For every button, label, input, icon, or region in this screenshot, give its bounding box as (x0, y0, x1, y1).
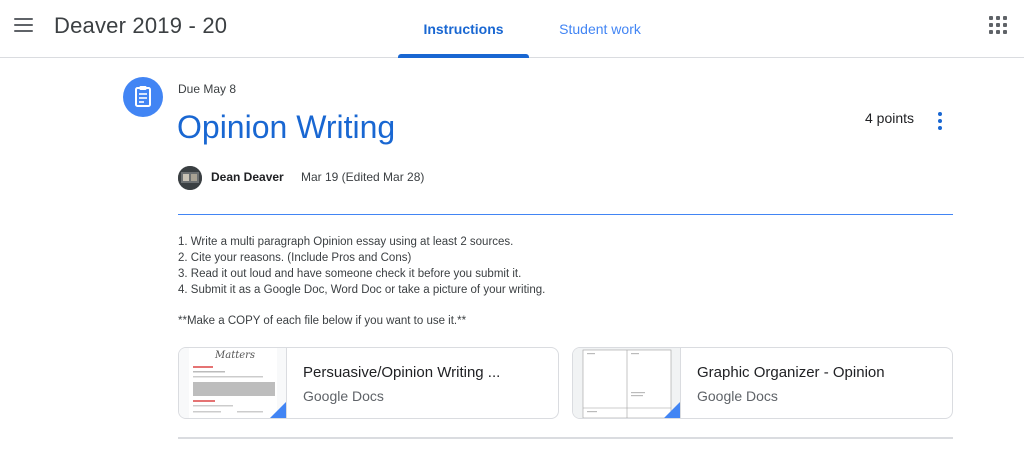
attachment-type: Google Docs (303, 388, 384, 404)
posted-date: Mar 19 (Edited Mar 28) (301, 170, 425, 184)
class-title[interactable]: Deaver 2019 - 20 (54, 13, 227, 39)
avatar (178, 166, 202, 190)
apps-grid-icon[interactable] (989, 16, 1007, 34)
attachment-title: Graphic Organizer - Opinion (697, 364, 885, 381)
due-date: Due May 8 (178, 82, 237, 96)
instruction-line: 1. Write a multi paragraph Opinion essay… (178, 236, 514, 248)
active-tab-indicator (398, 54, 529, 58)
more-options-icon[interactable] (934, 112, 946, 132)
author-name: Dean Deaver (211, 170, 284, 184)
instruction-line: 3. Read it out loud and have someone che… (178, 268, 522, 280)
tab-instructions[interactable]: Instructions (398, 0, 529, 58)
thumbnail-word: Matters (214, 350, 255, 361)
tab-instructions-label: Instructions (423, 21, 504, 37)
attachment-title: Persuasive/Opinion Writing ... (303, 364, 501, 381)
tab-student-work[interactable]: Student work (540, 0, 660, 58)
header-divider (178, 214, 953, 215)
points-value: 4 points (865, 110, 915, 126)
section-divider (178, 437, 953, 439)
instruction-line: 2. Cite your reasons. (Include Pros and … (178, 252, 412, 264)
main-menu-icon[interactable] (14, 17, 34, 33)
attachment-thumbnail (573, 348, 681, 418)
attachment-type: Google Docs (697, 388, 778, 404)
tab-student-work-label: Student work (559, 21, 641, 37)
instructions-text: 1. Write a multi paragraph Opinion essay… (178, 234, 545, 298)
attachment-thumbnail: Matters (179, 348, 287, 418)
top-app-bar: Deaver 2019 - 20 Instructions Student wo… (0, 0, 1024, 58)
copy-note: **Make a COPY of each file below if you … (178, 315, 467, 327)
assignment-title: Opinion Writing (177, 109, 396, 145)
attachment-card[interactable]: Graphic Organizer - Opinion Google Docs (572, 347, 953, 419)
google-docs-corner-icon (268, 402, 286, 418)
google-docs-corner-icon (662, 402, 680, 418)
attachment-card[interactable]: Matters Persuasive/Opinion Writing ... G… (178, 347, 559, 419)
assignment-clipboard-icon (123, 77, 163, 117)
instruction-line: 4. Submit it as a Google Doc, Word Doc o… (178, 284, 546, 296)
